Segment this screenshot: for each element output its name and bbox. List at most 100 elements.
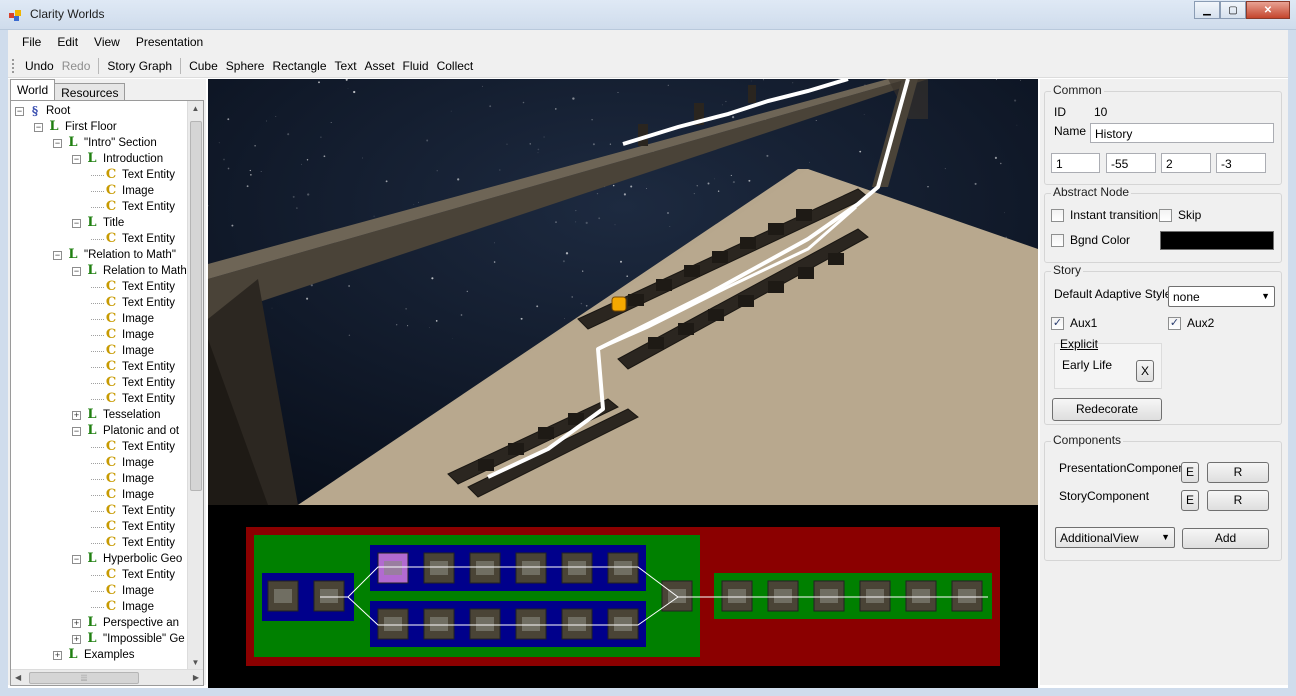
- coord-input-2[interactable]: -55: [1106, 153, 1156, 173]
- tree-item[interactable]: C Image: [91, 327, 154, 343]
- maximize-button[interactable]: ▢: [1220, 1, 1246, 19]
- adaptive-style-select[interactable]: none ▼: [1168, 286, 1275, 307]
- close-button[interactable]: ✕: [1246, 1, 1290, 19]
- text-button[interactable]: Text: [331, 59, 361, 73]
- tree-item[interactable]: C Text Entity: [91, 503, 175, 519]
- tree-item[interactable]: C Text Entity: [91, 535, 175, 551]
- expand-icon[interactable]: +: [72, 634, 81, 644]
- collapse-icon[interactable]: −: [53, 138, 62, 148]
- expand-icon[interactable]: +: [72, 618, 81, 628]
- selection-marker[interactable]: [611, 296, 627, 312]
- story-graph-canvas[interactable]: [208, 505, 1038, 688]
- aux1-checkbox[interactable]: ✓: [1051, 317, 1064, 330]
- tree-item[interactable]: − § Root: [15, 103, 70, 119]
- collapse-icon[interactable]: −: [72, 266, 81, 276]
- instant-transition-checkbox[interactable]: [1051, 209, 1064, 222]
- tree-item[interactable]: − L Title: [72, 215, 124, 231]
- tree-item[interactable]: + L Tesselation: [72, 407, 161, 423]
- tree-item[interactable]: C Image: [91, 455, 154, 471]
- tree-item[interactable]: C Text Entity: [91, 279, 175, 295]
- tree-item[interactable]: − L "Relation to Math": [53, 247, 176, 263]
- horizontal-scroll-thumb[interactable]: ⦙⦙⦙: [29, 672, 139, 684]
- expand-icon[interactable]: +: [53, 650, 62, 660]
- tree-item[interactable]: C Text Entity: [91, 231, 175, 247]
- presentation-component-edit-button[interactable]: E: [1181, 462, 1199, 483]
- skip-checkbox[interactable]: [1159, 209, 1172, 222]
- additional-view-select[interactable]: AdditionalView ▼: [1055, 527, 1175, 548]
- tree-item[interactable]: C Text Entity: [91, 439, 175, 455]
- world-tree[interactable]: ▲ ▼ ◀ ⦙⦙⦙ ▶ − § Root − L First Floor − L "Intro"…: [10, 100, 204, 686]
- minimize-button[interactable]: ▁: [1194, 1, 1220, 19]
- graph-examples-node[interactable]: [714, 573, 992, 619]
- tree-item[interactable]: C Image: [91, 343, 154, 359]
- undo-button[interactable]: Undo: [21, 59, 58, 73]
- fluid-button[interactable]: Fluid: [399, 59, 433, 73]
- rectangle-button[interactable]: Rectangle: [268, 59, 330, 73]
- bgnd-color-swatch[interactable]: [1160, 231, 1274, 250]
- story-component-remove-button[interactable]: R: [1207, 490, 1269, 511]
- toolbar-grip[interactable]: [12, 58, 15, 73]
- tree-item[interactable]: C Image: [91, 599, 154, 615]
- tree-item[interactable]: + L "Impossible" Ge: [72, 631, 185, 647]
- tree-item[interactable]: − L "Intro" Section: [53, 135, 157, 151]
- tree-item[interactable]: − L Relation to Math: [72, 263, 187, 279]
- cube-button[interactable]: Cube: [185, 59, 222, 73]
- collect-button[interactable]: Collect: [433, 59, 478, 73]
- story-graph-button[interactable]: Story Graph: [103, 59, 176, 73]
- collapse-icon[interactable]: −: [72, 218, 81, 228]
- collapse-icon[interactable]: −: [15, 106, 24, 116]
- scroll-thumb[interactable]: [190, 121, 202, 491]
- menu-edit[interactable]: Edit: [49, 35, 86, 49]
- tree-horizontal-scrollbar[interactable]: ◀ ⦙⦙⦙ ▶: [11, 669, 203, 685]
- presentation-component-remove-button[interactable]: R: [1207, 462, 1269, 483]
- name-input[interactable]: History: [1090, 123, 1274, 143]
- tree-item[interactable]: C Image: [91, 183, 154, 199]
- scene-render[interactable]: [208, 79, 1038, 505]
- story-graph-view[interactable]: [208, 505, 1038, 688]
- menu-presentation[interactable]: Presentation: [128, 35, 211, 49]
- scroll-up-icon[interactable]: ▲: [188, 101, 203, 117]
- sphere-button[interactable]: Sphere: [222, 59, 269, 73]
- scroll-right-icon[interactable]: ▶: [193, 673, 199, 682]
- collapse-icon[interactable]: −: [34, 122, 43, 132]
- tree-item[interactable]: C Text Entity: [91, 391, 175, 407]
- coord-input-4[interactable]: -3: [1216, 153, 1266, 173]
- story-component-edit-button[interactable]: E: [1181, 490, 1199, 511]
- tree-item[interactable]: + L Examples: [53, 647, 135, 663]
- collapse-icon[interactable]: −: [53, 250, 62, 260]
- tree-item[interactable]: C Text Entity: [91, 567, 175, 583]
- remove-explicit-button[interactable]: X: [1136, 360, 1154, 382]
- tree-item[interactable]: C Text Entity: [91, 375, 175, 391]
- tree-item[interactable]: − L Platonic and ot: [72, 423, 179, 439]
- redecorate-button[interactable]: Redecorate: [1052, 398, 1162, 421]
- add-component-button[interactable]: Add: [1182, 528, 1269, 549]
- aux2-checkbox[interactable]: ✓: [1168, 317, 1181, 330]
- tab-world[interactable]: World: [10, 79, 56, 100]
- expand-icon[interactable]: +: [72, 410, 81, 420]
- tree-item[interactable]: C Image: [91, 471, 154, 487]
- menu-view[interactable]: View: [86, 35, 128, 49]
- coord-input-3[interactable]: 2: [1161, 153, 1211, 173]
- tree-item[interactable]: + L Perspective an: [72, 615, 179, 631]
- tree-item[interactable]: C Text Entity: [91, 199, 175, 215]
- collapse-icon[interactable]: −: [72, 554, 81, 564]
- tree-item[interactable]: − L Introduction: [72, 151, 163, 167]
- collapse-icon[interactable]: −: [72, 154, 81, 164]
- bgnd-color-checkbox[interactable]: [1051, 234, 1064, 247]
- tree-item[interactable]: C Image: [91, 583, 154, 599]
- graph-math-row-2[interactable]: [370, 601, 646, 647]
- coord-input-1[interactable]: 1: [1051, 153, 1100, 173]
- tree-item[interactable]: C Text Entity: [91, 359, 175, 375]
- menu-file[interactable]: File: [14, 35, 49, 49]
- graph-math-row-1[interactable]: [370, 545, 646, 591]
- asset-button[interactable]: Asset: [361, 59, 399, 73]
- tab-resources[interactable]: Resources: [54, 83, 126, 101]
- tree-item[interactable]: C Text Entity: [91, 167, 175, 183]
- tree-item[interactable]: C Text Entity: [91, 519, 175, 535]
- redo-button[interactable]: Redo: [58, 59, 95, 73]
- tree-item[interactable]: C Text Entity: [91, 295, 175, 311]
- 3d-viewport[interactable]: [208, 79, 1038, 505]
- tree-item[interactable]: C Image: [91, 487, 154, 503]
- tree-item[interactable]: − L First Floor: [34, 119, 117, 135]
- collapse-icon[interactable]: −: [72, 426, 81, 436]
